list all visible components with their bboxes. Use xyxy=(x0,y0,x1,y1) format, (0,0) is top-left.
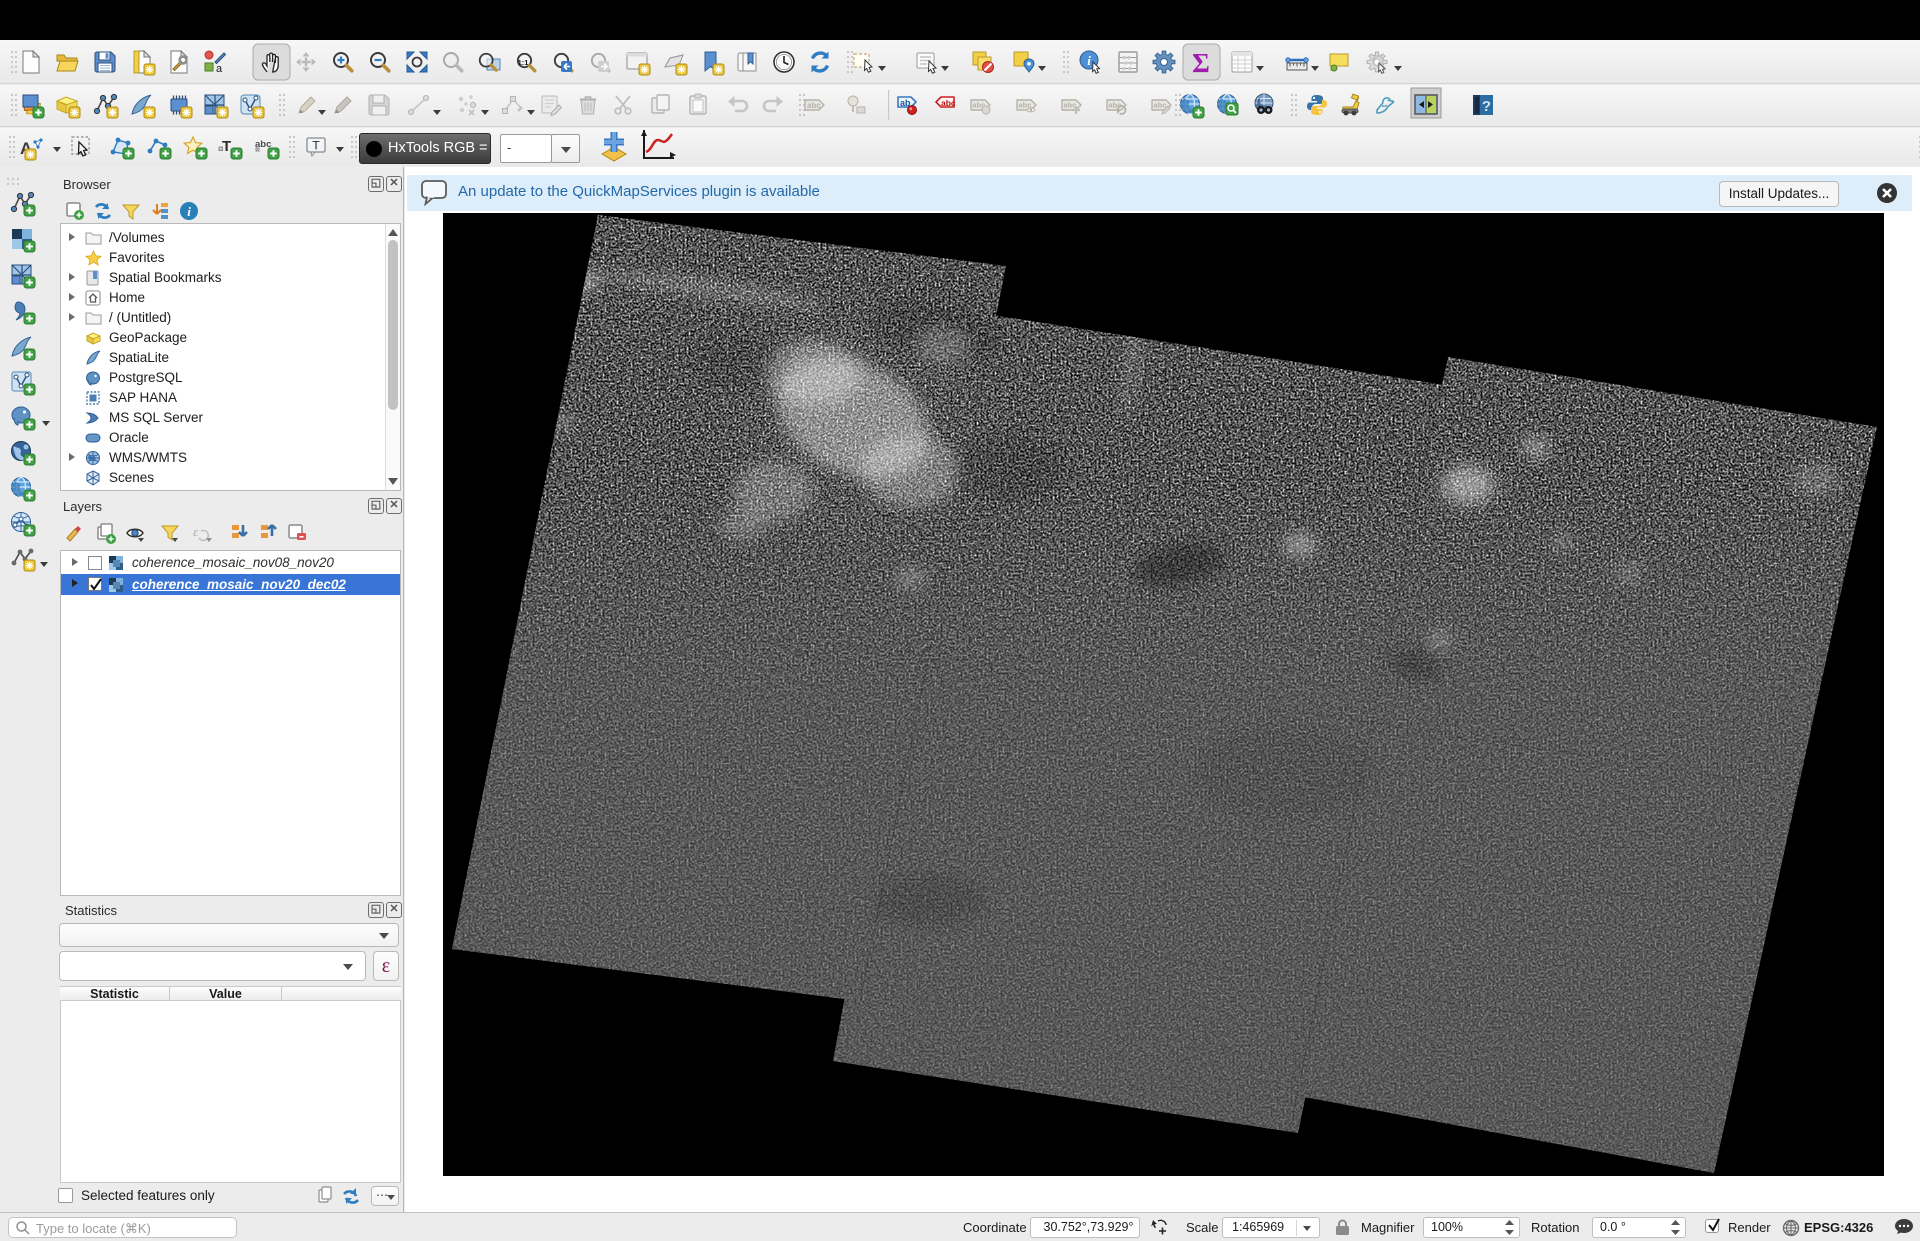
svg-text:abc: abc xyxy=(941,98,956,108)
svg-text:1:1: 1:1 xyxy=(518,58,529,67)
svg-text:i: i xyxy=(187,204,191,219)
svg-text:ε: ε xyxy=(193,524,199,539)
svg-text:T: T xyxy=(222,138,231,155)
svg-text:abc: abc xyxy=(1154,101,1167,110)
svg-text:T: T xyxy=(312,139,320,153)
svg-text:abc: abc xyxy=(1064,101,1077,110)
svg-text:abc: abc xyxy=(1109,101,1122,110)
svg-text:i: i xyxy=(1087,53,1091,68)
svg-text:a: a xyxy=(216,63,223,75)
svg-text:abc: abc xyxy=(807,101,821,110)
svg-text:Σ: Σ xyxy=(1192,48,1210,78)
svg-text:?: ? xyxy=(1482,98,1491,115)
